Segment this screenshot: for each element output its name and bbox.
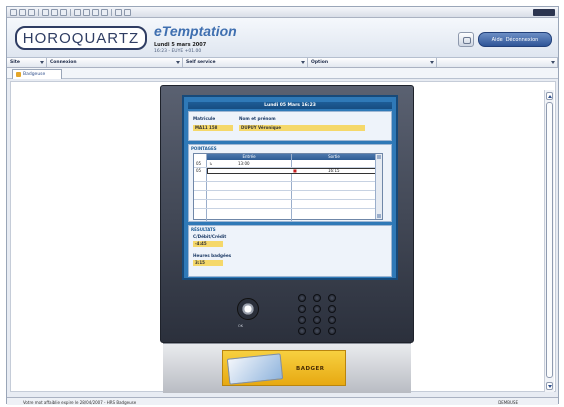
product-name: eTemptation	[154, 23, 237, 39]
keypad-key[interactable]	[313, 305, 321, 313]
home-icon[interactable]	[51, 8, 58, 16]
tab-badgeuse[interactable]: Badgeuse	[12, 69, 62, 79]
row-line	[194, 208, 376, 209]
app-header: HOROQUARTZ eTemptation Lundi 5 mars 2007…	[7, 18, 558, 58]
keypad-key[interactable]	[298, 327, 306, 335]
heures-value: 3:15	[193, 260, 223, 266]
menu-extra[interactable]	[437, 58, 558, 67]
edit-icon[interactable]	[115, 8, 122, 16]
chevron-down-icon	[551, 61, 555, 64]
history-icon[interactable]	[83, 8, 90, 16]
identity-panel: Matricule Nom et prénom MA11 158 DUPUY V…	[188, 111, 392, 141]
back-icon[interactable]	[10, 8, 17, 16]
keypad-key[interactable]	[328, 305, 336, 313]
print-icon[interactable]	[101, 8, 108, 16]
settings-button[interactable]	[458, 32, 474, 47]
vertical-scrollbar[interactable]	[544, 90, 554, 392]
navigation-dial[interactable]	[237, 298, 259, 320]
col-entree: Entrée	[207, 154, 291, 160]
badger-label[interactable]: BADGER	[296, 366, 325, 372]
matricule-value: MA11 158	[193, 125, 233, 131]
menubar: Site Connexion Self service Option	[7, 58, 558, 68]
name-value: DUPUY Véronique	[239, 125, 365, 131]
toolbar-separator	[70, 8, 71, 16]
chevron-down-icon	[40, 61, 44, 64]
chevron-down-icon	[430, 61, 434, 64]
menu-connexion[interactable]: Connexion	[47, 58, 183, 67]
menu-self-service[interactable]: Self service	[183, 58, 308, 67]
chevron-down-icon	[301, 61, 305, 64]
name-label: Nom et prénom	[239, 116, 276, 121]
status-bar: Votre mot affaiblie expire le 28/04/2007…	[7, 397, 558, 405]
logout-label[interactable]: Déconnexion	[506, 37, 539, 43]
search-icon[interactable]	[60, 8, 67, 16]
row2-sortie: 16:15	[328, 168, 340, 173]
keypad-key[interactable]	[298, 294, 306, 302]
pointages-header: POINTAGES	[191, 146, 217, 151]
row-line	[194, 190, 376, 191]
horoquartz-logo: HOROQUARTZ	[15, 26, 147, 50]
header-date: Lundi 5 mars 2007	[154, 42, 207, 48]
row-line	[194, 181, 376, 182]
mail-icon[interactable]	[92, 8, 99, 16]
resultats-header: RÉSULTATS	[191, 227, 216, 232]
table-scroll-up-icon[interactable]	[377, 155, 381, 159]
pointages-panel: POINTAGES Entrée Sortie 05 ↳ 13:00 05 ■ …	[188, 144, 392, 222]
screen-title: Lundi 05 Mars 16:23	[188, 102, 392, 109]
menu-site[interactable]: Site	[7, 58, 47, 67]
col-divider	[291, 154, 292, 221]
tab-label: Badgeuse	[23, 72, 46, 77]
credit-label: C/Débit/Crédit	[193, 234, 227, 239]
keypad-key[interactable]	[328, 316, 336, 324]
menu-option[interactable]: Option	[308, 58, 437, 67]
favorites-icon[interactable]	[74, 8, 81, 16]
keypad-key[interactable]	[328, 294, 336, 302]
col-sortie: Sortie	[292, 154, 376, 160]
table-scrollbar[interactable]	[375, 154, 382, 219]
terminal-screen: Lundi 05 Mars 16:23 Matricule Nom et pré…	[182, 95, 398, 280]
badge-icon	[16, 72, 21, 77]
row-line	[194, 199, 376, 200]
keypad-key[interactable]	[298, 316, 306, 324]
scroll-track[interactable]	[546, 102, 553, 378]
status-text: Votre mot affaiblie expire le 28/04/2007…	[23, 400, 137, 405]
stop-icon[interactable]	[28, 8, 35, 16]
pointages-table: Entrée Sortie 05 ↳ 13:00 05 ■ 16:15	[193, 153, 383, 221]
help-logout-button[interactable]: Aide Déconnexion	[478, 32, 552, 47]
scroll-down-icon[interactable]	[546, 382, 553, 390]
toolbar-separator	[38, 8, 39, 16]
discuss-icon[interactable]	[124, 8, 131, 16]
refresh-icon[interactable]	[42, 8, 49, 16]
matricule-label: Matricule	[193, 116, 216, 121]
keypad-key[interactable]	[328, 327, 336, 335]
window-controls[interactable]	[533, 9, 555, 16]
keypad-key[interactable]	[313, 294, 321, 302]
dial-label: OK	[238, 324, 244, 328]
toolbar-separator	[111, 8, 112, 16]
chevron-down-icon	[176, 61, 180, 64]
resultats-panel: RÉSULTATS C/Débit/Crédit -4:45 Heures ba…	[188, 225, 392, 277]
credit-value: -4:45	[193, 241, 223, 247]
row2-day: 05	[196, 168, 202, 173]
row2-edit-field[interactable]	[207, 168, 376, 174]
keypad-key[interactable]	[313, 327, 321, 335]
scroll-up-icon[interactable]	[546, 92, 553, 100]
tab-row: Badgeuse	[7, 68, 558, 79]
keypad-key[interactable]	[298, 305, 306, 313]
browser-toolbar	[7, 7, 558, 18]
heures-label: Heures badgées	[193, 253, 232, 258]
row2-marker-icon: ■	[293, 168, 297, 173]
table-scroll-down-icon[interactable]	[377, 214, 381, 218]
help-label[interactable]: Aide	[492, 37, 503, 43]
forward-icon[interactable]	[19, 8, 26, 16]
keypad-key[interactable]	[313, 316, 321, 324]
status-right: DEMBUSE	[498, 400, 518, 405]
header-time: 16:23 - EUYE +01.00	[154, 49, 202, 54]
col-divider	[206, 154, 207, 221]
